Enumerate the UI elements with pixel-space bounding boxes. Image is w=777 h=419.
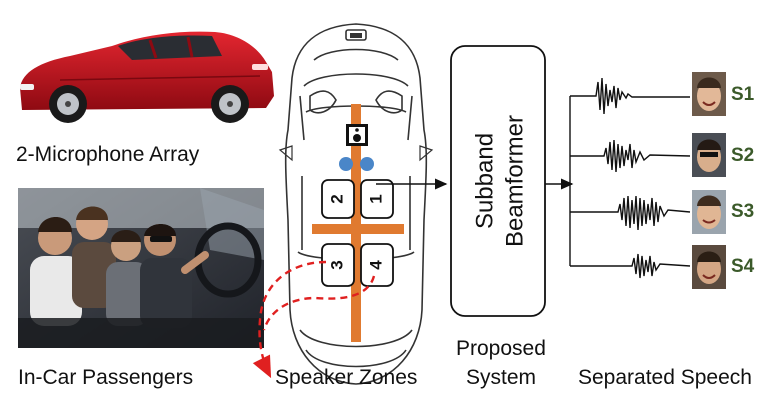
speaker-label-s4: S4 xyxy=(731,256,755,277)
zone-2-label: 2 xyxy=(327,194,346,203)
passengers-label: In-Car Passengers xyxy=(18,366,194,389)
zone-4-label: 4 xyxy=(366,260,385,270)
speaker-label-s2: S2 xyxy=(731,145,755,166)
zone-3-label: 3 xyxy=(327,260,346,269)
mic-array-label: 2-Microphone Array xyxy=(16,143,200,166)
zone-1-label: 1 xyxy=(366,194,385,203)
waveform-s4 xyxy=(628,253,691,279)
microphone-right-icon xyxy=(360,157,374,171)
separated-label: Separated Speech xyxy=(578,366,752,389)
red-suv-image xyxy=(20,31,274,123)
waveform-s3 xyxy=(612,195,691,231)
speaker-face-s1 xyxy=(692,72,726,116)
zones-label: Speaker Zones xyxy=(275,366,418,389)
proposed-label-line2: System xyxy=(466,366,537,389)
waveform-s2 xyxy=(600,139,691,173)
microphone-left-icon xyxy=(339,157,353,171)
beamformer-label-line1: Subband xyxy=(471,133,498,229)
proposed-label-line1: Proposed xyxy=(456,337,546,360)
diagram: 1 2 3 4 Subband Beamformer 2-Microphone … xyxy=(0,0,777,414)
passengers-photo xyxy=(18,188,264,348)
speaker-face-s2 xyxy=(692,133,726,177)
speaker-face-s4 xyxy=(692,245,726,289)
waveform-s1 xyxy=(590,77,690,115)
speaker-face-s3 xyxy=(692,190,726,234)
center-speaker-icon xyxy=(346,124,368,146)
speaker-label-s3: S3 xyxy=(731,201,755,222)
diagram-canvas: 1 2 3 4 Subband Beamformer xyxy=(18,23,726,385)
speaker-label-s1: S1 xyxy=(731,84,755,105)
output-branch-lines xyxy=(569,95,628,267)
beamformer-label-line2: Beamformer xyxy=(501,115,528,247)
